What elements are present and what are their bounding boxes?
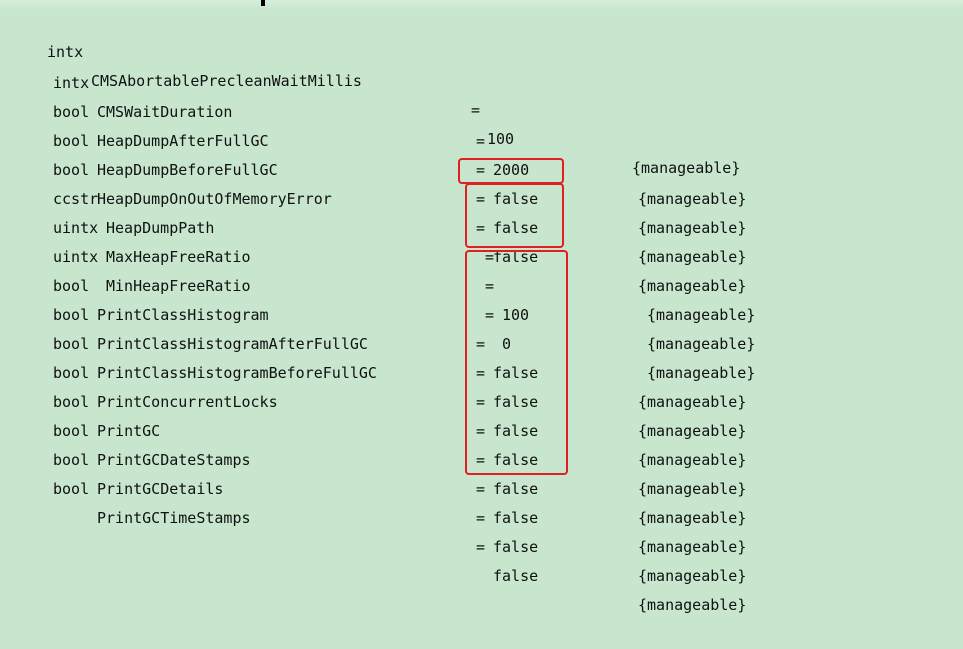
flag-row: bool HeapDumpAfterFullGC = false {manage…	[0, 69, 963, 237]
flag-row: bool PrintClassHistogramBeforeFullGC = f…	[0, 301, 963, 469]
flag-name: PrintGCTimeStamps	[97, 509, 251, 527]
flag-row: bool PrintConcurrentLocks = false {manag…	[0, 330, 963, 498]
flag-equals-sign: =	[476, 480, 486, 498]
flag-row: bool PrintGCDetails = false {manageable}	[0, 417, 963, 585]
flag-attribute: {manageable}	[638, 538, 747, 556]
flag-row: intx CMSWaitDuration = 2000 {manageable}	[0, 40, 963, 208]
flag-name: PrintGCDetails	[97, 480, 224, 498]
flag-attribute: {manageable}	[638, 480, 747, 498]
flag-row: bool PrintClassHistogram = false {manage…	[0, 243, 963, 411]
flag-value: false	[493, 509, 539, 527]
flag-equals-sign: =	[476, 538, 486, 556]
flag-value: false	[493, 567, 539, 585]
flag-row: bool HeapDumpBeforeFullGC = false {manag…	[0, 98, 963, 266]
flag-attribute: {manageable}	[638, 596, 747, 614]
flag-row: bool PrintGCTimeStamps = false {manageab…	[0, 446, 963, 614]
flag-row: bool PrintGCDateStamps = false {manageab…	[0, 388, 963, 556]
flag-row: uintx MinHeapFreeRatio = 0 {manageable}	[0, 214, 963, 382]
flag-type: bool	[53, 480, 90, 498]
flag-value: false	[493, 480, 539, 498]
flag-row: intx CMSAbortablePrecleanWaitMillis = 10…	[0, 9, 963, 177]
flag-row: bool HeapDumpOnOutOfMemoryError = false …	[0, 127, 963, 295]
flag-value: false	[493, 538, 539, 556]
flag-row: bool PrintClassHistogramAfterFullGC = fa…	[0, 272, 963, 440]
jvm-flags-listing: intx CMSAbortablePrecleanWaitMillis = 10…	[0, 0, 963, 614]
mouse-cursor-icon	[261, 0, 265, 6]
flag-attribute: {manageable}	[638, 509, 747, 527]
flag-row: ccstr HeapDumpPath = {manageable}	[0, 156, 963, 324]
flag-row: uintx MaxHeapFreeRatio = 100 {manageable…	[0, 185, 963, 353]
flag-attribute: {manageable}	[638, 567, 747, 585]
flag-equals-sign: =	[476, 509, 486, 527]
flag-row: bool PrintGC = false {manageable}	[0, 359, 963, 527]
